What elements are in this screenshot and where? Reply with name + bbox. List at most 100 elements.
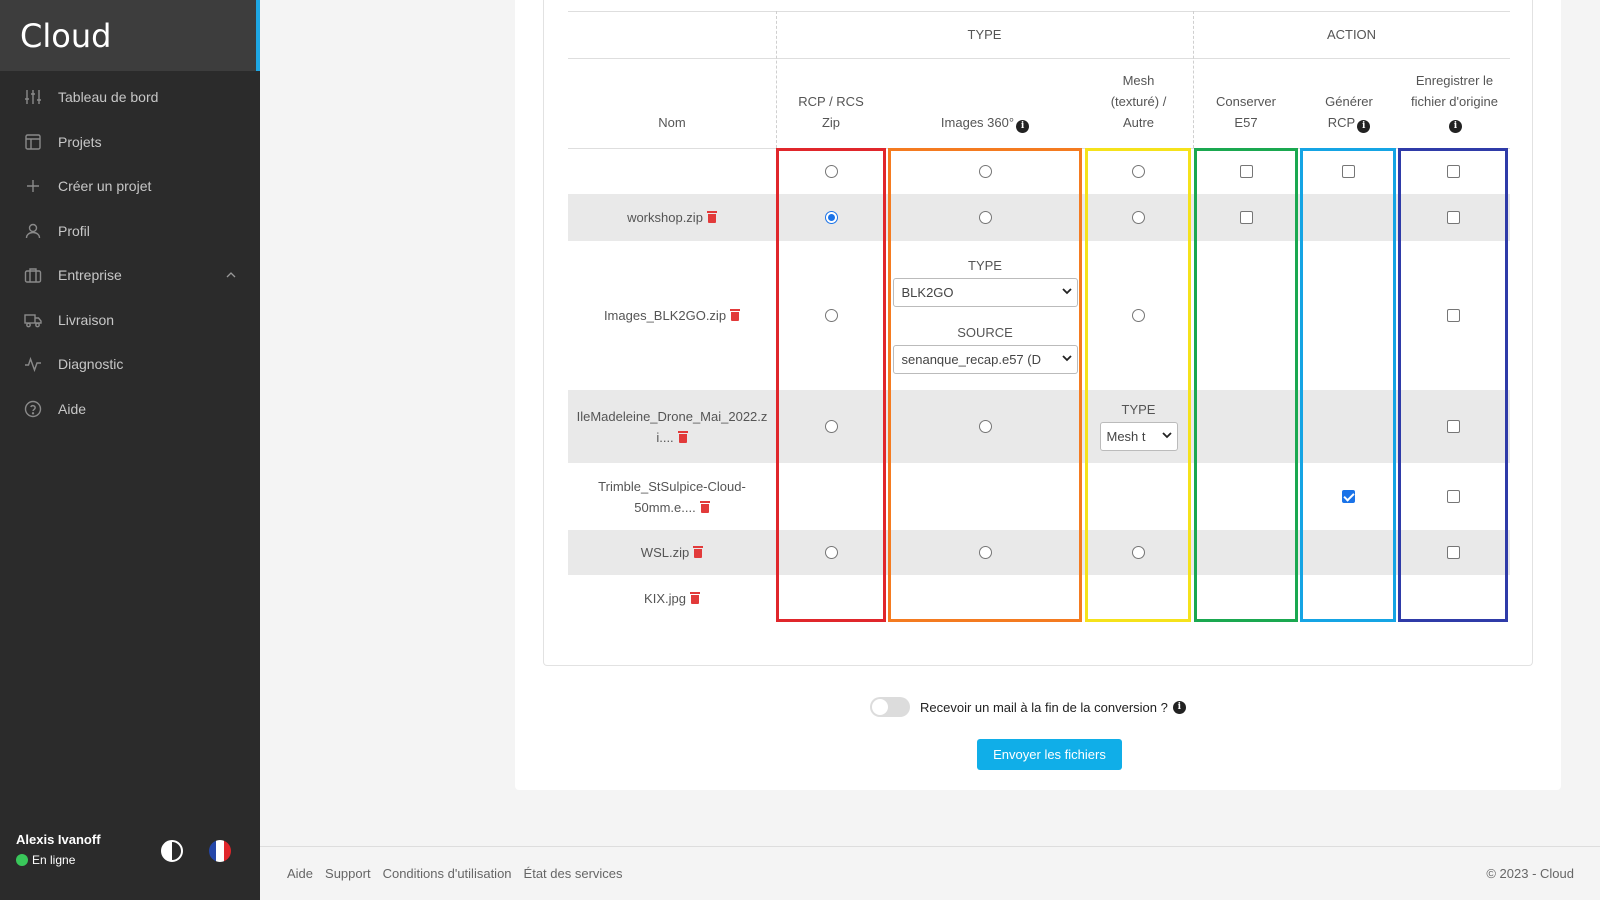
- status-dot: [16, 854, 28, 866]
- generate-rcp-checkbox[interactable]: [1341, 490, 1355, 503]
- select-all-row: [568, 148, 1510, 194]
- table-row: WSL.zip: [568, 530, 1510, 575]
- sidebar-item-profil[interactable]: Profil: [0, 209, 260, 254]
- file-name: workshop.zip: [627, 210, 703, 225]
- footer-link-support[interactable]: Support: [325, 866, 371, 881]
- sidebar-item-creer-un-projet[interactable]: Créer un projet: [0, 164, 260, 209]
- column-header-images360: Images 360° i: [886, 58, 1084, 148]
- mesh-type-label: TYPE: [1121, 402, 1156, 417]
- info-icon[interactable]: i: [1357, 120, 1371, 133]
- column-header-conserver: Conserver E57: [1193, 58, 1299, 148]
- select-all-generer-checkbox[interactable]: [1341, 164, 1355, 178]
- sidebar-item-label: Créer un projet: [58, 178, 152, 195]
- sidebar-item-aide[interactable]: Aide: [0, 387, 260, 432]
- save-original-checkbox[interactable]: [1447, 211, 1460, 224]
- save-original-checkbox[interactable]: [1447, 309, 1460, 322]
- sidebar-item-label: Diagnostic: [58, 356, 124, 373]
- file-name: Trimble_StSulpice-Cloud-50mm.e....: [598, 478, 746, 515]
- chevron-down-icon: [1060, 353, 1073, 366]
- rcp-radio[interactable]: [824, 211, 838, 224]
- header-group-action: ACTION: [1326, 27, 1377, 42]
- trash-icon[interactable]: [693, 546, 704, 558]
- column-header-label: Mesh (texturé) / Autre: [1110, 73, 1167, 130]
- table-row: IleMadeleine_Drone_Mai_2022.zi.... TYPE …: [568, 390, 1510, 463]
- layout-icon: [24, 133, 42, 151]
- images-source-label: SOURCE: [957, 324, 1013, 340]
- header-group-type: TYPE: [967, 27, 1002, 42]
- images-source-select[interactable]: senanque_recap.e57 (D: [892, 344, 1078, 374]
- brand-logo[interactable]: Cloud: [20, 17, 111, 55]
- rcp-radio[interactable]: [824, 309, 838, 322]
- footer-link-conditions[interactable]: Conditions d'utilisation: [383, 866, 512, 881]
- trash-icon[interactable]: [699, 500, 710, 513]
- sidebar-item-label: Entreprise: [58, 267, 122, 284]
- table-row: KIX.jpg: [568, 575, 1510, 622]
- file-name: WSL.zip: [640, 545, 690, 560]
- footer-link-aide[interactable]: Aide: [287, 866, 313, 881]
- select-value: BLK2GO: [901, 284, 954, 300]
- trash-icon[interactable]: [677, 430, 688, 443]
- truck-icon: [24, 311, 42, 329]
- select-all-conserver-checkbox[interactable]: [1239, 164, 1253, 178]
- column-header-label: Nom: [658, 115, 686, 130]
- rcp-radio[interactable]: [824, 546, 838, 559]
- select-value: Mesh t: [1106, 429, 1146, 444]
- sidebar: Cloud Tableau de bord Projets Créer un p…: [0, 0, 260, 900]
- sidebar-item-entreprise[interactable]: Entreprise: [0, 253, 260, 298]
- column-header-label: RCP / RCS Zip: [798, 94, 864, 130]
- images360-radio[interactable]: [978, 211, 992, 224]
- images360-radio[interactable]: [978, 546, 992, 559]
- mesh-radio[interactable]: [1132, 211, 1145, 224]
- trash-icon[interactable]: [689, 592, 700, 604]
- send-files-button[interactable]: Envoyer les fichiers: [977, 739, 1122, 770]
- brand-header: Cloud: [0, 0, 260, 71]
- select-all-images360-radio[interactable]: [978, 164, 992, 178]
- mesh-radio[interactable]: [1132, 309, 1145, 322]
- select-all-rcp-radio[interactable]: [824, 164, 838, 178]
- sliders-icon: [24, 88, 42, 106]
- save-original-checkbox[interactable]: [1447, 420, 1460, 433]
- info-icon[interactable]: i: [1172, 700, 1186, 714]
- file-name: IleMadeleine_Drone_Mai_2022.zi....: [576, 408, 768, 445]
- images-type-select[interactable]: BLK2GO: [892, 277, 1078, 307]
- file-name: KIX.jpg: [644, 591, 686, 606]
- sidebar-item-label: Aide: [58, 400, 87, 417]
- sidebar-item-projets[interactable]: Projets: [0, 120, 260, 165]
- user-icon: [24, 222, 42, 240]
- info-icon[interactable]: i: [1016, 120, 1030, 133]
- conserver-e57-checkbox[interactable]: [1239, 211, 1253, 224]
- user-status-text: En ligne: [32, 853, 76, 867]
- sidebar-item-tableau-de-bord[interactable]: Tableau de bord: [0, 75, 260, 120]
- mesh-radio[interactable]: [1132, 546, 1145, 559]
- sidebar-item-diagnostic[interactable]: Diagnostic: [0, 342, 260, 387]
- notify-option: Recevoir un mail à la fin de la conversi…: [870, 697, 1186, 717]
- info-icon[interactable]: i: [1449, 120, 1462, 133]
- trash-icon[interactable]: [706, 211, 717, 223]
- footer: Aide Support Conditions d'utilisation Ét…: [260, 846, 1600, 900]
- rcp-radio[interactable]: [824, 420, 838, 433]
- sidebar-nav: Tableau de bord Projets Créer un projet …: [0, 75, 260, 431]
- french-flag-icon[interactable]: [209, 840, 231, 862]
- save-original-checkbox[interactable]: [1447, 490, 1460, 503]
- user-block: Alexis Ivanoff En ligne: [16, 832, 244, 882]
- column-header-label: Images 360°: [940, 115, 1015, 130]
- sidebar-item-label: Tableau de bord: [58, 89, 159, 106]
- notify-toggle[interactable]: [870, 697, 910, 717]
- select-all-mesh-radio[interactable]: [1132, 164, 1145, 178]
- theme-toggle-icon[interactable]: [161, 840, 183, 862]
- select-all-enregistrer-checkbox[interactable]: [1447, 164, 1460, 178]
- chevron-up-icon: [226, 270, 236, 281]
- mesh-type-select[interactable]: Mesh t: [1099, 422, 1178, 451]
- sidebar-item-label: Projets: [58, 133, 102, 150]
- column-header-mesh: Mesh (texturé) / Autre: [1084, 58, 1193, 148]
- table-row: Trimble_StSulpice-Cloud-50mm.e....: [568, 463, 1510, 530]
- column-header-enregistrer: Enregistrer le fichier d'origine i: [1397, 58, 1510, 148]
- images360-radio[interactable]: [978, 420, 992, 433]
- save-original-checkbox[interactable]: [1447, 546, 1460, 559]
- sidebar-item-livraison[interactable]: Livraison: [0, 298, 260, 343]
- images-type-label: TYPE: [968, 257, 1002, 273]
- activity-icon: [24, 355, 42, 373]
- table-row: workshop.zip: [568, 194, 1510, 241]
- footer-link-etat-services[interactable]: État des services: [524, 866, 623, 881]
- trash-icon[interactable]: [730, 309, 741, 321]
